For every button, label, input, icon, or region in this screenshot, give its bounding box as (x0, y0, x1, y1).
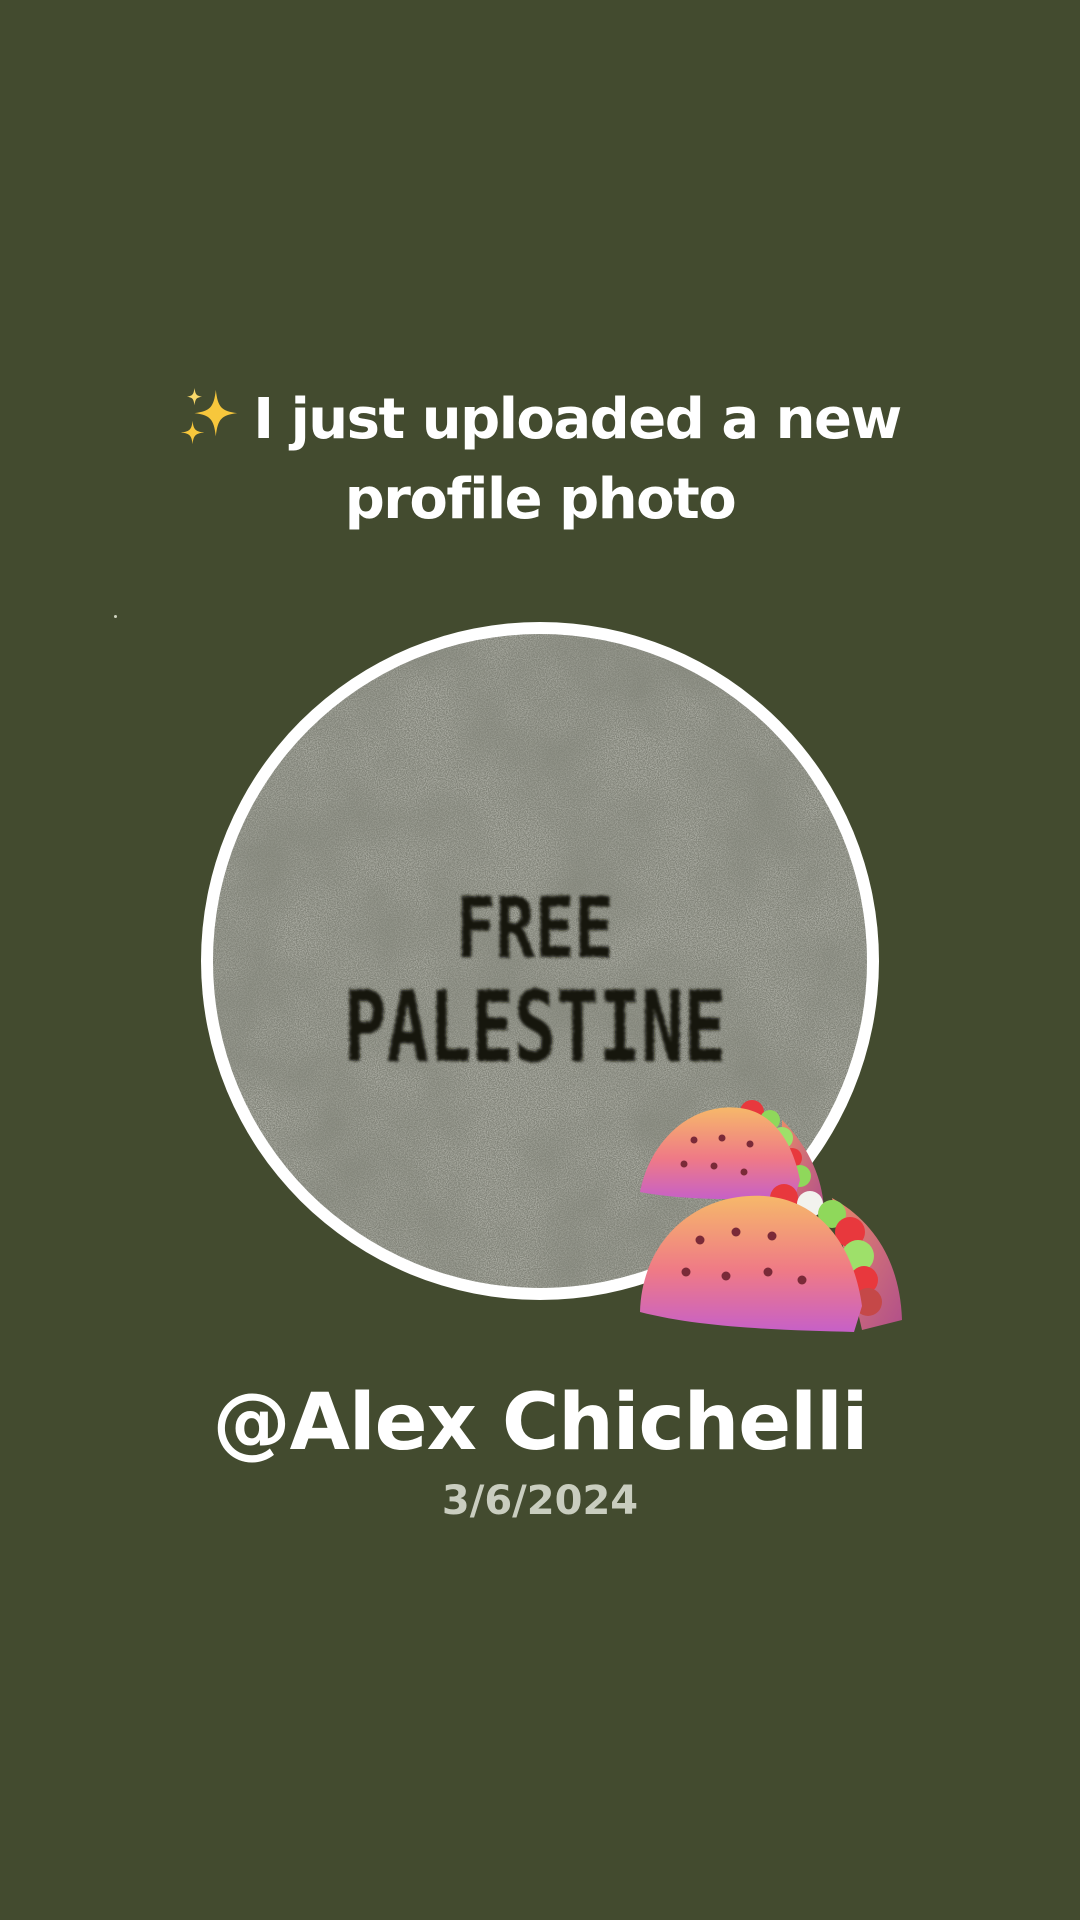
big-taco (640, 1184, 902, 1332)
photo-text-palestine: PALESTINE (344, 971, 726, 1085)
headline-line-1: I just uploaded a new (90, 380, 990, 460)
taco-icon (640, 1100, 902, 1332)
headline-line-2: profile photo (344, 467, 737, 532)
profile-photo-announcement: I just uploaded a new profile photo FREE… (0, 0, 1080, 1920)
username[interactable]: @Alex Chichelli (0, 1378, 1080, 1468)
photo-text-free: FREE (456, 879, 614, 977)
post-date: 3/6/2024 (441, 1478, 639, 1524)
speck (114, 615, 117, 618)
headline: I just uploaded a new profile photo (90, 380, 990, 540)
taco-stickers (632, 1080, 912, 1380)
sparkles-icon (181, 387, 238, 445)
headline-text-1: I just uploaded a new (253, 387, 902, 452)
